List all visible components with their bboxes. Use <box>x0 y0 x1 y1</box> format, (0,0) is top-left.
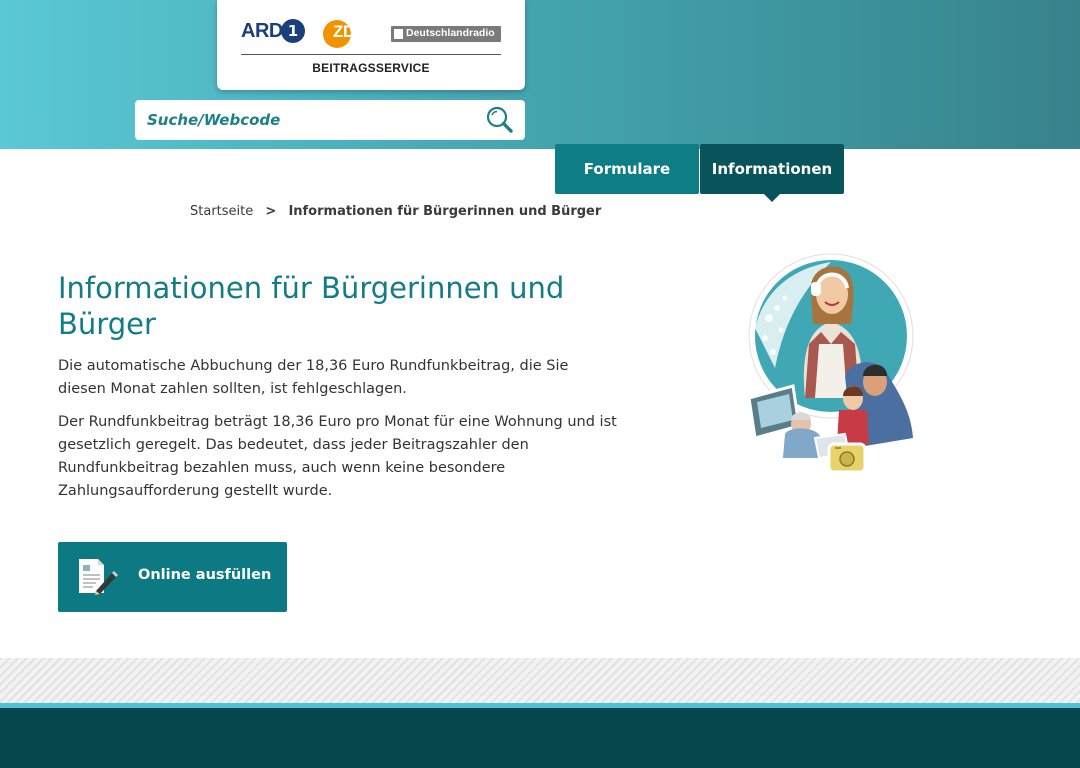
ard-logo-text: ARD <box>241 20 283 42</box>
online-ausfuellen-button[interactable]: Online ausfüllen <box>58 542 287 612</box>
document-pen-icon <box>79 559 118 595</box>
tab-formulare[interactable]: Formulare <box>555 144 699 194</box>
info-paragraph: Der Rundfunkbeitrag beträgt 18,36 Euro p… <box>58 414 617 499</box>
search-box <box>135 100 525 140</box>
logo-subtitle: BEITRAGSSERVICE <box>312 61 430 75</box>
search-input[interactable] <box>147 108 477 132</box>
ard-logo-mark: 1 <box>281 19 305 43</box>
zdf-logo-text: ZDF <box>333 22 365 41</box>
zdf-logo: ZDF <box>323 20 373 48</box>
page-title: Informationen für Bürgerinnen und Bürger <box>58 271 565 341</box>
deutschlandradio-logo: Deutschlandradio <box>391 26 501 42</box>
deutschlandradio-logo-text: Deutschlandradio <box>406 27 495 39</box>
breadcrumb-current: Informationen für Bürgerinnen und Bürger <box>288 204 602 219</box>
tab-informationen[interactable]: Informationen <box>700 144 844 202</box>
breadcrumb: Startseite > Informationen für Bürgerinn… <box>190 204 601 219</box>
intro-paragraph: Die automatische Abbuchung der 18,36 Eur… <box>58 358 569 397</box>
site-logo[interactable]: ARD 1 ZDF Deutschlandradio BEITRAGSSERVI… <box>217 0 525 90</box>
family-media-illustration <box>747 253 914 474</box>
logo-divider <box>241 54 501 55</box>
breadcrumb-separator: > <box>265 204 277 219</box>
breadcrumb-home-link[interactable]: Startseite <box>190 204 253 219</box>
search-icon[interactable] <box>485 105 515 135</box>
footer <box>0 708 1080 768</box>
footer-hatch-band <box>0 658 1080 703</box>
online-ausfuellen-label: Online ausfüllen <box>138 567 272 583</box>
deutschlandradio-mark-icon <box>394 29 403 39</box>
